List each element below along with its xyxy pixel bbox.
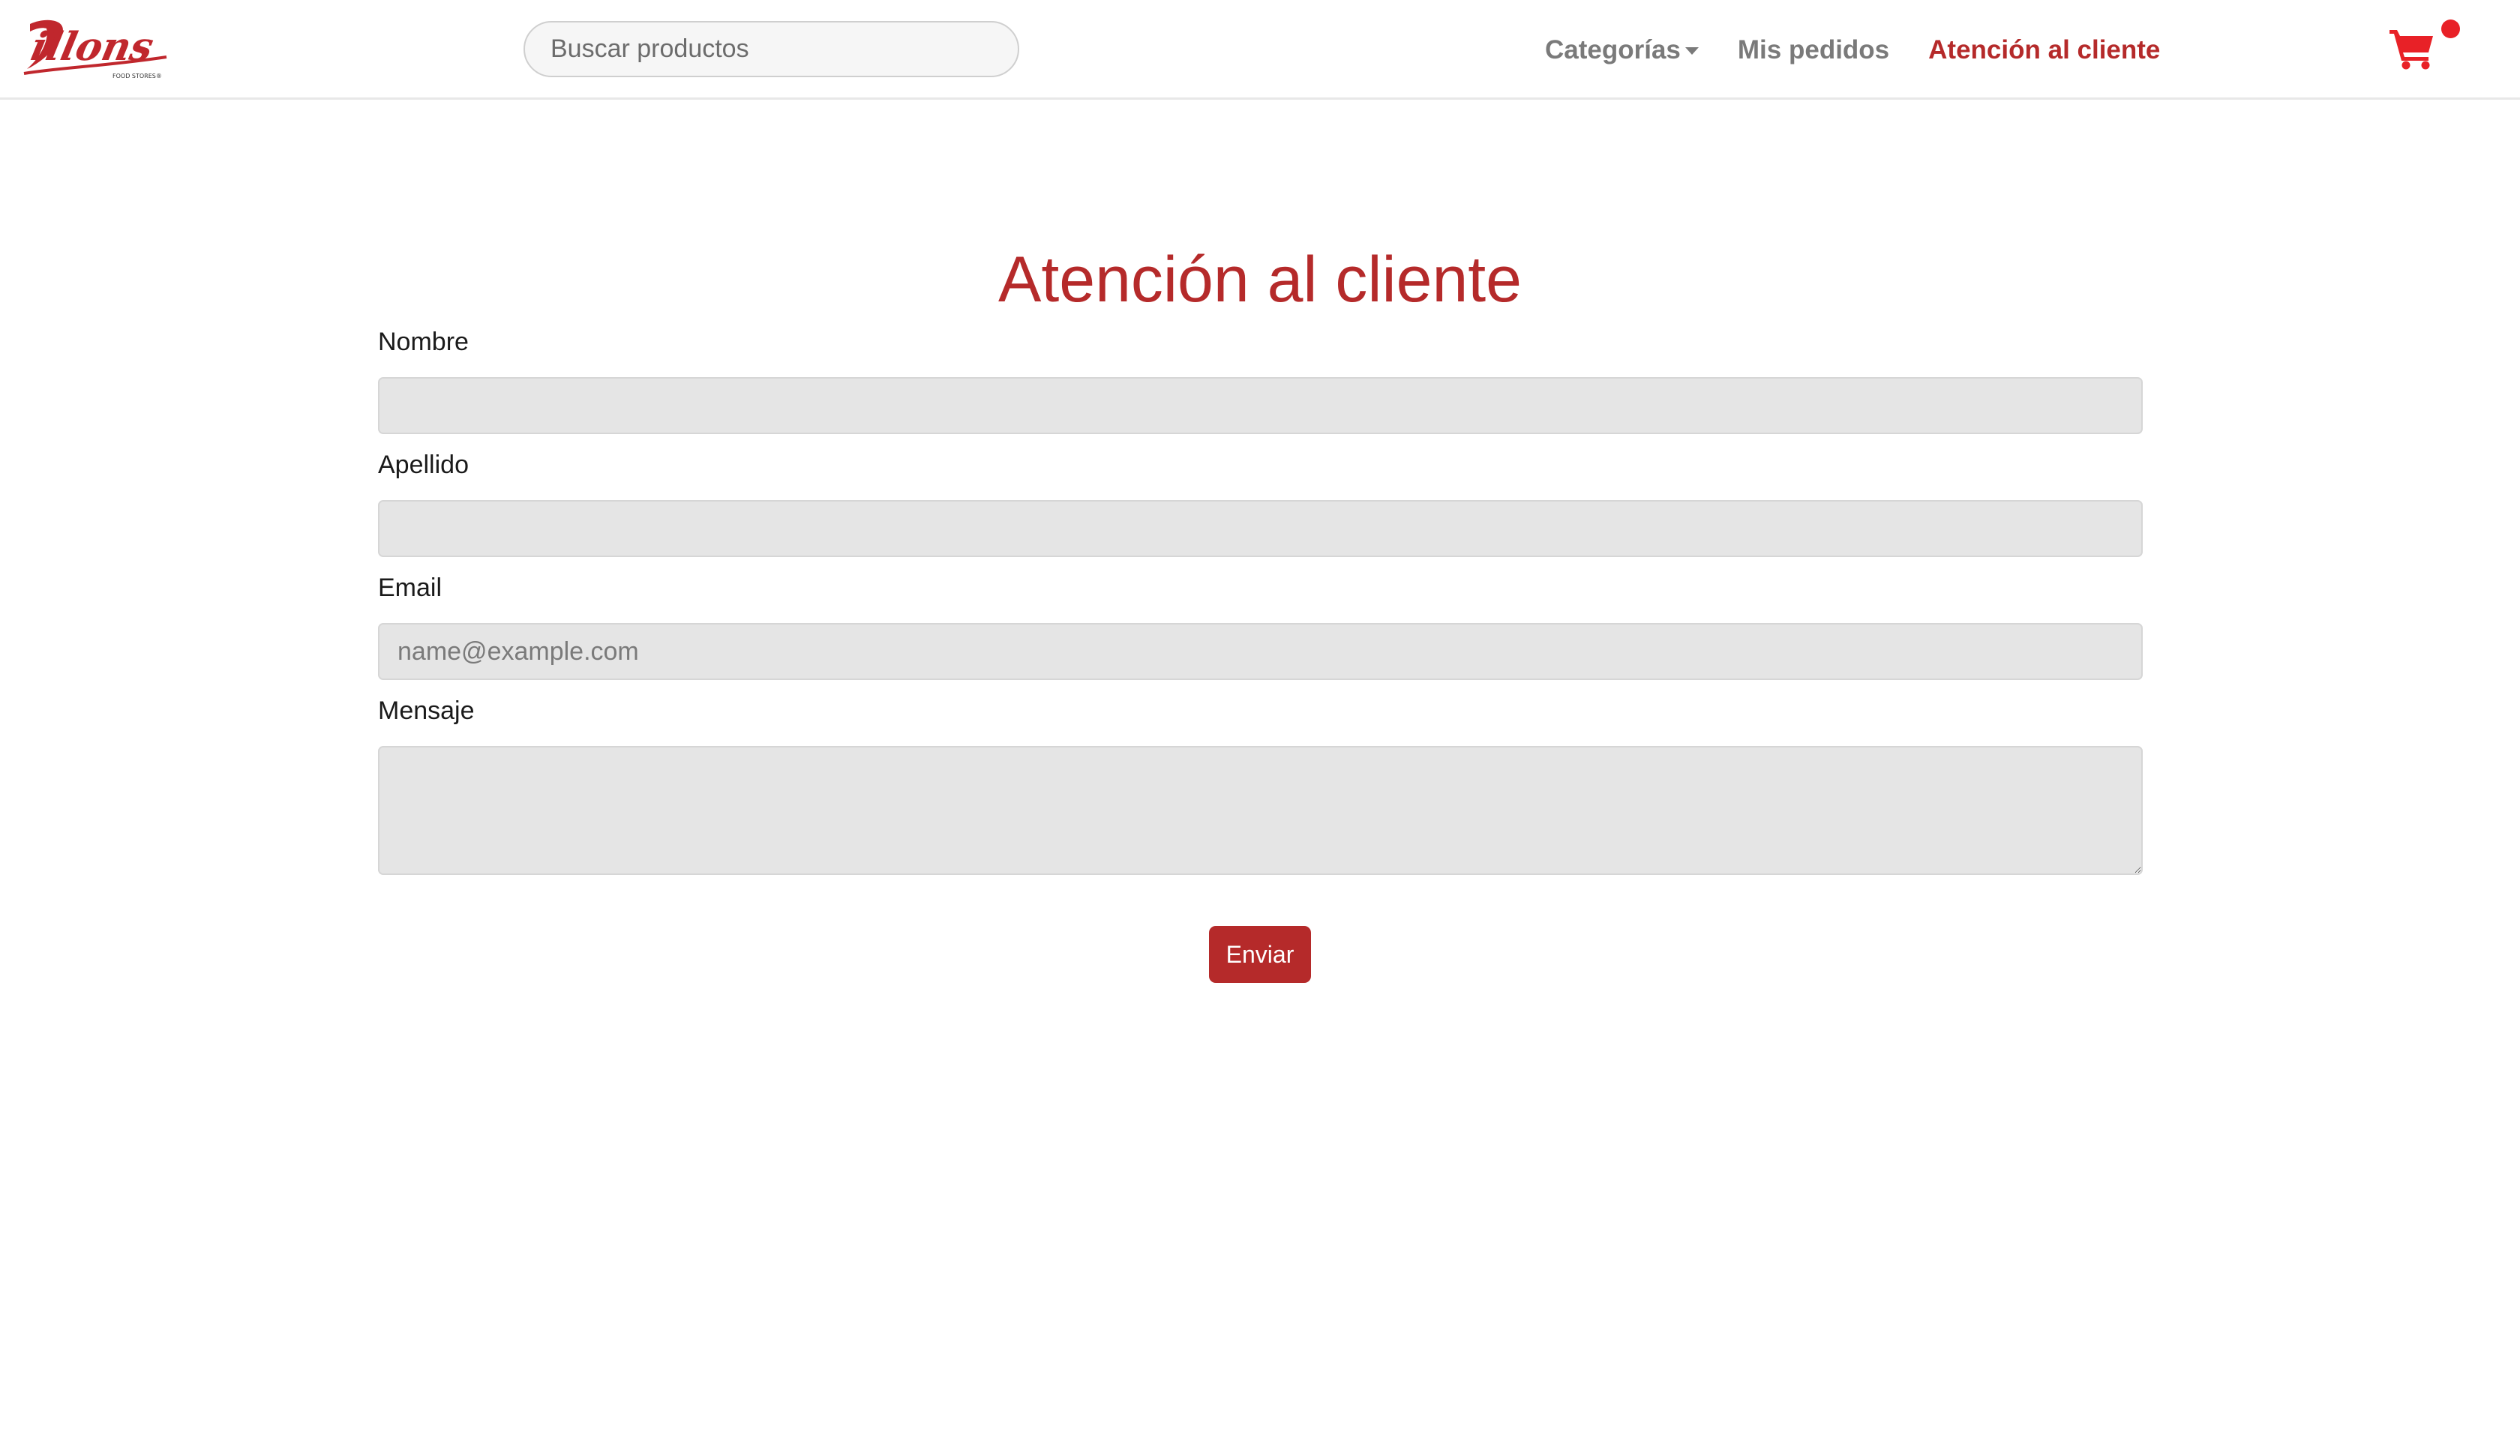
svg-text:FOOD STORES®: FOOD STORES® (112, 73, 162, 79)
nav-customer-service[interactable]: Atención al cliente (1928, 35, 2160, 65)
svg-text:illons: illons (27, 25, 158, 70)
last-name-field[interactable] (378, 500, 2143, 557)
message-field[interactable] (378, 746, 2143, 875)
cart-button[interactable] (2388, 27, 2436, 70)
page-title: Atención al cliente (998, 244, 1522, 316)
email-label: Email (378, 574, 442, 602)
nav-categories-label: Categorías (1545, 34, 1681, 64)
shopping-cart-icon (2390, 30, 2433, 70)
first-name-field[interactable] (378, 377, 2143, 434)
submit-button[interactable]: Enviar (1209, 926, 1311, 983)
top-navbar: illons FOOD STORES® Categorías Mis pedid… (0, 0, 2520, 100)
main-nav: Categorías Mis pedidos Atención al clien… (1545, 0, 2199, 100)
message-label: Mensaje (378, 697, 475, 725)
caret-down-icon (1684, 46, 1699, 55)
nav-customer-service-label: Atención al cliente (1928, 34, 2161, 64)
first-name-label: Nombre (378, 328, 469, 356)
nav-categories-dropdown[interactable]: Categorías (1545, 35, 1699, 65)
dillons-logo[interactable]: illons FOOD STORES® (16, 13, 174, 81)
last-name-label: Apellido (378, 451, 469, 479)
nav-my-orders[interactable]: Mis pedidos (1738, 35, 1889, 65)
search-input[interactable] (524, 21, 1019, 77)
nav-my-orders-label: Mis pedidos (1737, 34, 1890, 64)
cart-notification-badge (2441, 19, 2460, 38)
dillons-logo-image: illons FOOD STORES® (23, 19, 167, 79)
email-field[interactable] (378, 623, 2143, 680)
